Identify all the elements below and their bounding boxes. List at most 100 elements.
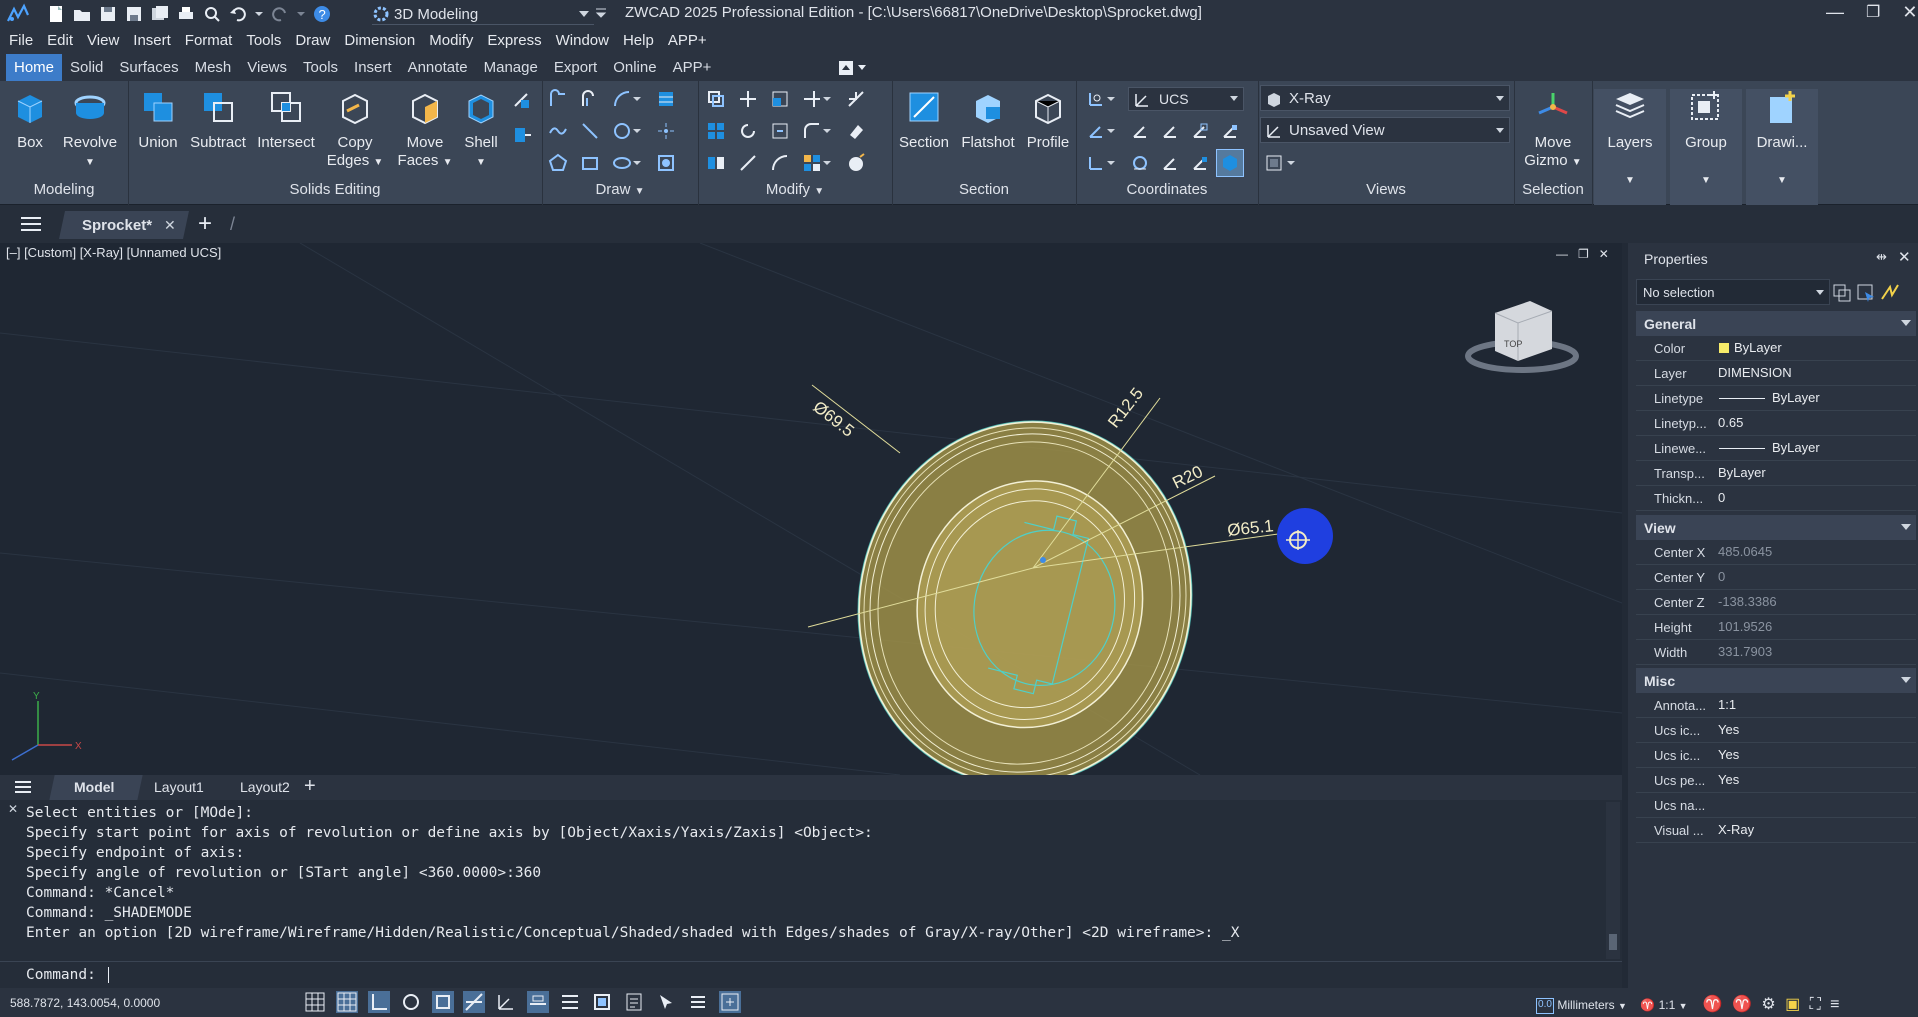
model-viewport[interactable]: Ø69.5 R12.5 R20 Ø65.1 Y X TOP [–] [Custo… bbox=[0, 243, 1622, 775]
explode-icon[interactable] bbox=[846, 89, 866, 109]
ucs-object-dropdown-icon[interactable] bbox=[1106, 153, 1116, 173]
tab-surfaces[interactable]: Surfaces bbox=[111, 54, 186, 81]
zwcad-logo-icon[interactable] bbox=[6, 3, 32, 25]
prop-row-ucs-icon-on[interactable]: Ucs ic... Yes bbox=[1636, 718, 1916, 743]
snap-icon[interactable] bbox=[335, 991, 358, 1013]
tab-export[interactable]: Export bbox=[546, 54, 605, 81]
ellipse-dropdown-icon[interactable] bbox=[632, 153, 642, 173]
union-button[interactable]: Union bbox=[136, 89, 180, 152]
viewport-config-icon[interactable] bbox=[1264, 153, 1284, 173]
prop-row-linetype[interactable]: Linetype ByLayer bbox=[1636, 386, 1916, 411]
tab-home[interactable]: Home bbox=[6, 54, 63, 81]
prop-row-ucs-icon-origin[interactable]: Ucs ic... Yes bbox=[1636, 743, 1916, 768]
undo-dropdown-icon[interactable] bbox=[254, 4, 264, 24]
copy-edges-button[interactable]: Copy Edges ▼ bbox=[326, 89, 384, 172]
command-scrollbar[interactable] bbox=[1606, 802, 1620, 959]
restore-icon[interactable]: ❐ bbox=[1866, 2, 1880, 23]
trim-dropdown-icon[interactable] bbox=[822, 89, 832, 109]
selection-cycling-icon[interactable] bbox=[655, 991, 677, 1013]
customize-toolbar-icon[interactable] bbox=[594, 6, 608, 20]
polygon-icon[interactable] bbox=[548, 153, 568, 173]
fullscreen-icon[interactable]: ⛶ bbox=[1810, 996, 1821, 1013]
doc-tab-close-icon[interactable]: ✕ bbox=[164, 217, 176, 234]
dynamic-input-icon[interactable] bbox=[527, 991, 550, 1013]
ucs-face-icon[interactable] bbox=[1190, 153, 1210, 173]
tab-mesh[interactable]: Mesh bbox=[187, 54, 240, 81]
fillet-icon[interactable] bbox=[802, 121, 822, 141]
move-gizmo-button[interactable]: Move Gizmo ▼ bbox=[1518, 89, 1588, 172]
viewcube[interactable] bbox=[1465, 301, 1579, 373]
save-all-icon[interactable] bbox=[150, 4, 170, 24]
add-layout-plus-icon[interactable]: + bbox=[304, 775, 316, 798]
prop-row-linetype-scale[interactable]: Linetyp... 0.65 bbox=[1636, 411, 1916, 436]
ucs-named-icon[interactable] bbox=[1130, 153, 1150, 173]
help-icon[interactable]: ? bbox=[312, 4, 332, 24]
ellipse-icon[interactable] bbox=[612, 153, 632, 173]
menu-draw[interactable]: Draw bbox=[288, 28, 337, 54]
lengthen-icon[interactable] bbox=[770, 153, 790, 173]
customization-icon[interactable]: ≡ bbox=[1830, 996, 1839, 1013]
fillet-dropdown-icon[interactable] bbox=[822, 121, 832, 141]
prop-row-transparency[interactable]: Transp... ByLayer bbox=[1636, 461, 1916, 486]
viewport-restore-icon[interactable]: ❐ bbox=[1578, 247, 1589, 261]
ucs-dropdown[interactable]: UCS bbox=[1128, 87, 1244, 111]
command-window-close-icon[interactable]: ✕ bbox=[8, 802, 18, 816]
menu-tools[interactable]: Tools bbox=[239, 28, 288, 54]
minimize-icon[interactable]: — bbox=[1826, 2, 1844, 23]
prop-row-color[interactable]: Color ByLayer bbox=[1636, 336, 1916, 361]
grid-icon[interactable] bbox=[304, 991, 326, 1013]
save-icon[interactable] bbox=[98, 4, 118, 24]
draw-panel-label[interactable]: Draw ▼ bbox=[542, 181, 698, 198]
prop-row-thickness[interactable]: Thickn... 0 bbox=[1636, 486, 1916, 511]
copy-icon[interactable] bbox=[706, 89, 726, 109]
menu-dimension[interactable]: Dimension bbox=[337, 28, 422, 54]
misc-section-header[interactable]: Misc bbox=[1636, 668, 1916, 693]
revolve-button[interactable]: Revolve ▼ bbox=[62, 89, 118, 172]
menu-view[interactable]: View bbox=[80, 28, 126, 54]
tab-manage[interactable]: Manage bbox=[476, 54, 546, 81]
menu-modify[interactable]: Modify bbox=[422, 28, 480, 54]
redo-icon[interactable] bbox=[270, 4, 290, 24]
print-icon[interactable] bbox=[176, 4, 196, 24]
drawing-button[interactable]: Drawi... ▼ bbox=[1746, 89, 1818, 205]
group-button[interactable]: Group ▼ bbox=[1670, 89, 1742, 205]
modify-panel-label[interactable]: Modify ▼ bbox=[698, 181, 892, 198]
ortho-icon[interactable] bbox=[367, 991, 390, 1013]
open-folder-icon[interactable] bbox=[72, 4, 92, 24]
menu-help[interactable]: Help bbox=[616, 28, 661, 54]
menu-express[interactable]: Express bbox=[480, 28, 548, 54]
circle-dropdown-icon[interactable] bbox=[632, 121, 642, 141]
spline-icon[interactable] bbox=[548, 121, 568, 141]
view-section-header[interactable]: View bbox=[1636, 515, 1916, 540]
region-icon[interactable] bbox=[656, 153, 676, 173]
align-icon[interactable] bbox=[802, 153, 822, 173]
viewport-controls-label[interactable]: [–] [Custom] [X-Ray] [Unnamed UCS] bbox=[6, 245, 221, 260]
layout-menu-icon[interactable] bbox=[14, 781, 32, 794]
break-icon[interactable] bbox=[738, 153, 758, 173]
extrude-faces-icon[interactable] bbox=[512, 125, 532, 145]
tab-tools[interactable]: Tools bbox=[295, 54, 346, 81]
tab-annotate[interactable]: Annotate bbox=[400, 54, 476, 81]
auto-scale-icon[interactable]: ♈ bbox=[1732, 996, 1752, 1013]
plot-preview-icon[interactable] bbox=[202, 4, 222, 24]
rectangle-icon[interactable] bbox=[580, 153, 600, 173]
properties-close-icon[interactable]: ✕ bbox=[1898, 248, 1911, 266]
prop-row-visual-style[interactable]: Visual ... X-Ray bbox=[1636, 818, 1916, 843]
flatshot-button[interactable]: Flatshot bbox=[958, 89, 1018, 152]
erase-icon[interactable] bbox=[846, 121, 866, 141]
polar-icon[interactable] bbox=[400, 991, 422, 1013]
menu-format[interactable]: Format bbox=[178, 28, 240, 54]
command-line[interactable]: Command: bbox=[0, 961, 1622, 988]
tab-views[interactable]: Views bbox=[239, 54, 295, 81]
menu-edit[interactable]: Edit bbox=[40, 28, 80, 54]
prop-row-center-x[interactable]: Center X 485.0645 bbox=[1636, 540, 1916, 565]
align-dropdown-icon[interactable] bbox=[822, 153, 832, 173]
ucs-view-icon[interactable] bbox=[1086, 89, 1106, 109]
named-view-dropdown[interactable]: Unsaved View bbox=[1260, 117, 1510, 143]
autohide-icon[interactable]: ⇹ bbox=[1876, 249, 1887, 265]
ucs-icon-toggle[interactable] bbox=[1216, 149, 1244, 177]
point-icon[interactable] bbox=[656, 121, 676, 141]
ucs-3point-dropdown-icon[interactable] bbox=[1106, 121, 1116, 141]
annotation-monitor-icon[interactable] bbox=[687, 991, 709, 1013]
ucs-object-icon[interactable] bbox=[1086, 153, 1106, 173]
